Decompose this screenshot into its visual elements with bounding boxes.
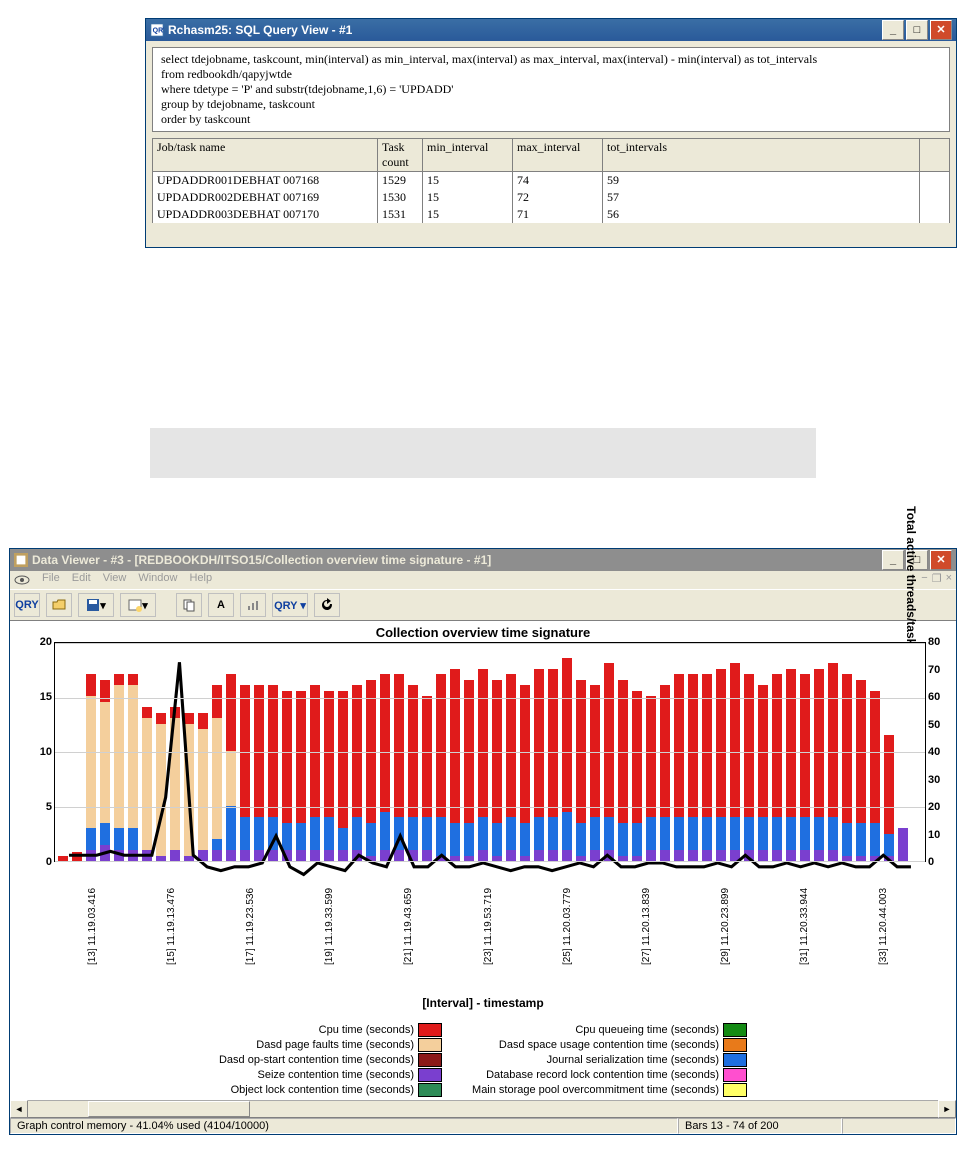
result-table: Job/task nameTask countmin_intervalmax_i…	[152, 138, 950, 223]
y2-axis-label: Total active threads/tasks	[904, 506, 918, 652]
tool-save[interactable]: ▾	[78, 593, 114, 617]
data-viewer-window: Data Viewer - #3 - [REDBOOKDH/ITSO15/Col…	[9, 548, 957, 1135]
mdi-restore[interactable]: ❐	[932, 572, 942, 588]
close-button[interactable]: ✕	[930, 550, 952, 570]
legend-item: Journal serialization time (seconds)	[472, 1053, 747, 1067]
minimize-button[interactable]: _	[882, 20, 904, 40]
status-left: Graph control memory - 41.04% used (4104…	[10, 1118, 678, 1134]
legend-item: Main storage pool overcommitment time (s…	[472, 1083, 747, 1097]
legend-item: Dasd op-start contention time (seconds)	[219, 1053, 442, 1067]
chart-area: Collection overview time signature 05101…	[10, 621, 956, 1100]
legend-item: Object lock contention time (seconds)	[219, 1083, 442, 1097]
scroll-thumb[interactable]	[88, 1101, 250, 1117]
mdi-min[interactable]: −	[921, 572, 927, 588]
sql-text[interactable]: select tdejobname, taskcount, min(interv…	[152, 47, 950, 132]
tool-chart[interactable]	[240, 593, 266, 617]
sql-query-window: QRY Rchasm25: SQL Query View - #1 _ □ ✕ …	[145, 18, 957, 248]
tool-text[interactable]: A	[208, 593, 234, 617]
qry-icon: QRY	[150, 23, 164, 37]
scroll-left[interactable]: ◄	[10, 1100, 28, 1118]
menu-item[interactable]: File	[42, 572, 60, 588]
menu-item[interactable]: View	[103, 572, 127, 588]
mdi-controls: − ❐ ×	[921, 572, 952, 588]
table-row[interactable]: UPDADDR003DEBHAT 0071701531157156	[153, 206, 950, 223]
gray-placeholder-bar	[150, 428, 816, 478]
tool-copy[interactable]	[176, 593, 202, 617]
toolbar: QRY ▾ ▾ A QRY ▾	[10, 589, 956, 621]
col-header[interactable]: Job/task name	[153, 139, 378, 172]
maximize-button[interactable]: □	[906, 20, 928, 40]
col-header[interactable]: max_interval	[513, 139, 603, 172]
col-header[interactable]: tot_intervals	[603, 139, 920, 172]
minimize-button[interactable]: _	[882, 550, 904, 570]
chart-plot[interactable]: 05101520 01020304050607080 Time (seconds…	[54, 642, 926, 862]
tool-qry[interactable]: QRY	[14, 593, 40, 617]
titlebar[interactable]: QRY Rchasm25: SQL Query View - #1 _ □ ✕	[146, 19, 956, 41]
menu-item[interactable]: Help	[189, 572, 212, 588]
tool-refresh[interactable]	[314, 593, 340, 617]
status-right: Bars 13 - 74 of 200	[678, 1118, 842, 1134]
window-title: Data Viewer - #3 - [REDBOOKDH/ITSO15/Col…	[32, 553, 882, 567]
legend-item: Dasd space usage contention time (second…	[472, 1038, 747, 1052]
menubar: File Edit View Window Help − ❐ ×	[10, 571, 956, 589]
window-title: Rchasm25: SQL Query View - #1	[168, 23, 882, 37]
x-axis-label: [Interval] - timestamp	[14, 996, 952, 1010]
table-row[interactable]: UPDADDR001DEBHAT 0071681529157459	[153, 172, 950, 190]
col-header[interactable]: Task count	[378, 139, 423, 172]
svg-text:QRY: QRY	[153, 28, 164, 35]
legend-item: Cpu time (seconds)	[219, 1023, 442, 1037]
legend-item: Seize contention time (seconds)	[219, 1068, 442, 1082]
eye-icon	[14, 572, 30, 588]
status-empty	[842, 1118, 956, 1134]
tool-open[interactable]	[46, 593, 72, 617]
scroll-right[interactable]: ►	[938, 1100, 956, 1118]
menu-item[interactable]: Edit	[72, 572, 91, 588]
table-row[interactable]: UPDADDR002DEBHAT 0071691530157257	[153, 189, 950, 206]
col-header[interactable]: min_interval	[423, 139, 513, 172]
legend: Cpu time (seconds)Dasd page faults time …	[14, 1010, 952, 1100]
statusbar: Graph control memory - 41.04% used (4104…	[10, 1117, 956, 1134]
tool-props[interactable]: ▾	[120, 593, 156, 617]
menu-item[interactable]: Window	[138, 572, 177, 588]
mdi-close[interactable]: ×	[946, 572, 952, 588]
legend-item: Cpu queueing time (seconds)	[472, 1023, 747, 1037]
app-icon	[14, 553, 28, 567]
chart-title: Collection overview time signature	[14, 625, 952, 640]
legend-item: Database record lock contention time (se…	[472, 1068, 747, 1082]
titlebar[interactable]: Data Viewer - #3 - [REDBOOKDH/ITSO15/Col…	[10, 549, 956, 571]
tool-qry2[interactable]: QRY ▾	[272, 593, 308, 617]
h-scrollbar[interactable]: ◄ ►	[10, 1100, 956, 1117]
legend-item: Dasd page faults time (seconds)	[219, 1038, 442, 1052]
close-button[interactable]: ✕	[930, 20, 952, 40]
